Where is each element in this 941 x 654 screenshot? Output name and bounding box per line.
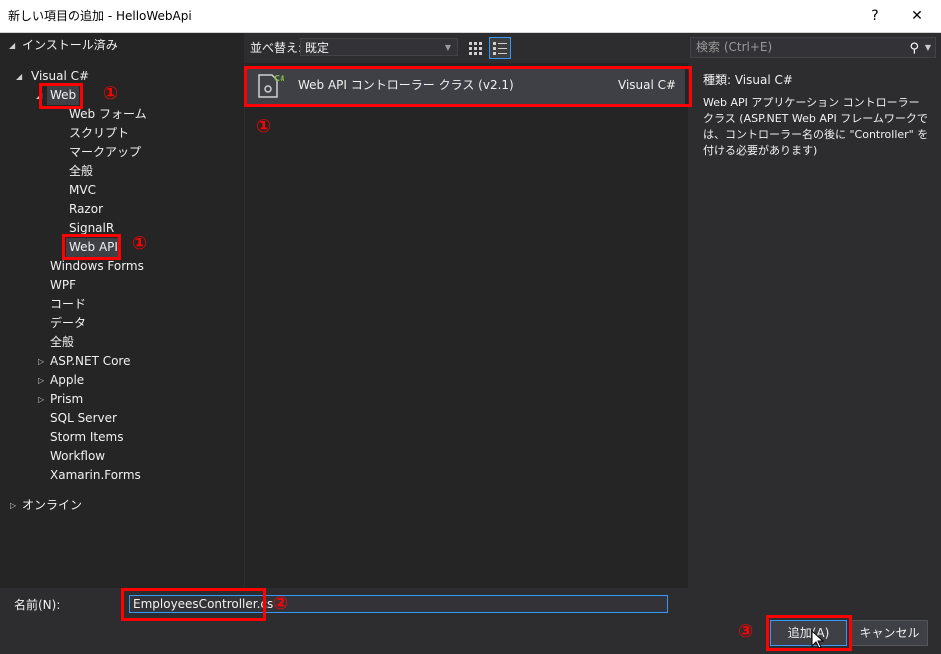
expand-arrow-icon[interactable]: ▷	[10, 496, 16, 515]
template-list: C# Web API コントローラー クラス (v2.1) Visual C#	[245, 63, 688, 588]
annotation-box-name	[121, 588, 266, 621]
help-button[interactable]: ?	[855, 0, 895, 32]
annotation-step1: ①	[256, 116, 272, 137]
tree-item-sql-server[interactable]: SQL Server	[50, 409, 117, 428]
sort-dropdown[interactable]: 既定 ▼	[300, 38, 458, 56]
expand-arrow-icon[interactable]: ▷	[38, 371, 44, 390]
annotation-step1: ①	[132, 233, 148, 254]
annotation-box-web	[39, 83, 83, 109]
collapse-arrow-icon[interactable]: ◢	[16, 67, 22, 86]
cancel-button[interactable]: キャンセル	[851, 620, 928, 646]
grid-view-button[interactable]	[466, 38, 486, 58]
tree-item-markup[interactable]: マークアップ	[69, 143, 141, 162]
grid-view-icon	[469, 42, 482, 55]
list-view-icon	[493, 42, 507, 55]
tree-item-prism[interactable]: Prism	[50, 390, 83, 409]
window-title: 新しい項目の追加 - HelloWebApi	[8, 9, 192, 23]
details-type: 種類: Visual C#	[703, 73, 793, 87]
tree-item-data[interactable]: データ	[50, 314, 86, 333]
annotation-box-webapi	[62, 234, 121, 260]
name-label: 名前(N):	[14, 598, 61, 612]
annotation-step3: ③	[738, 621, 754, 642]
details-description: Web API アプリケーション コントローラー クラス (ASP.NET We…	[703, 96, 929, 157]
annotation-step2: ②	[273, 593, 289, 614]
tree-online[interactable]: オンライン	[22, 496, 82, 515]
close-button[interactable]: ✕	[897, 0, 937, 32]
tree-item-mvc[interactable]: MVC	[69, 181, 96, 200]
collapse-arrow-icon[interactable]: ◢	[9, 36, 15, 55]
tree-item-script[interactable]: スクリプト	[69, 124, 129, 143]
tree-item-storm-items[interactable]: Storm Items	[50, 428, 123, 447]
expand-arrow-icon[interactable]: ▷	[38, 352, 44, 371]
tree-item-wpf[interactable]: WPF	[50, 276, 76, 295]
tree-item-general[interactable]: 全般	[69, 162, 93, 181]
tree-item-razor[interactable]: Razor	[69, 200, 103, 219]
tree-item-aspnet-core[interactable]: ASP.NET Core	[50, 352, 130, 371]
tree-item-xamarin-forms[interactable]: Xamarin.Forms	[50, 466, 141, 485]
annotation-box-add	[766, 615, 852, 651]
list-view-button[interactable]	[489, 37, 511, 59]
tree-installed[interactable]: インストール済み	[22, 36, 118, 55]
expand-arrow-icon[interactable]: ▷	[38, 390, 44, 409]
tree-item-workflow[interactable]: Workflow	[50, 447, 105, 466]
tree-item-apple[interactable]: Apple	[50, 371, 84, 390]
search-placeholder: 検索 (Ctrl+E)	[696, 40, 773, 54]
search-icon[interactable]: ⚲	[909, 39, 919, 58]
details-pane: 種類: Visual C# Web API アプリケーション コントローラー ク…	[689, 63, 941, 588]
tree-item-general[interactable]: 全般	[50, 333, 74, 352]
chevron-down-icon[interactable]: ▼	[925, 38, 931, 57]
sort-value: 既定	[305, 41, 330, 55]
title-bar: 新しい項目の追加 - HelloWebApi ? ✕	[0, 0, 941, 33]
search-input[interactable]: 検索 (Ctrl+E) ⚲ ▼	[690, 37, 936, 58]
tree-item-code[interactable]: コード	[50, 295, 86, 314]
annotation-step1: ①	[103, 83, 119, 104]
sort-label: 並べ替え:	[250, 41, 303, 55]
annotation-box-template	[244, 66, 692, 107]
chevron-down-icon: ▼	[444, 43, 451, 52]
